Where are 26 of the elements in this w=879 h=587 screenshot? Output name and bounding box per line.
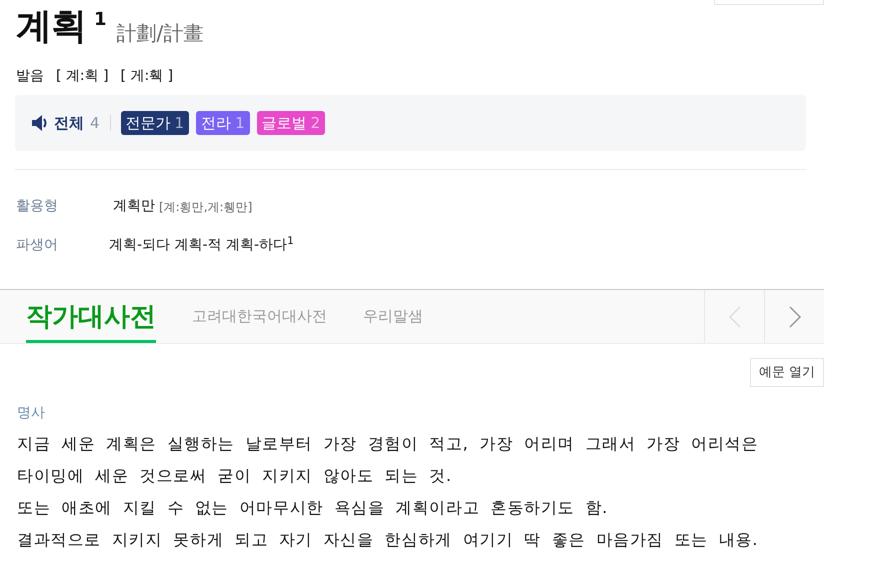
form-label: 파생어 bbox=[16, 236, 59, 255]
pronunciation-label: 발음 bbox=[16, 67, 44, 86]
play-all-button[interactable]: 전체 4 bbox=[31, 112, 100, 134]
dictionary-tab[interactable]: 작가대사전 bbox=[26, 290, 156, 343]
accent-badge[interactable]: 전라 1 bbox=[196, 111, 250, 135]
form-pronunciation: [계:횡만,게:휑만] bbox=[159, 198, 252, 216]
accent-badge[interactable]: 전문가 1 bbox=[120, 111, 190, 135]
dictionary-tab[interactable]: 우리말샘 bbox=[363, 290, 423, 343]
pronunciation: [ 게:훽 ] bbox=[120, 67, 174, 86]
hanja: 計劃/計畫 bbox=[116, 20, 204, 47]
definition-line: 타이밍에 세운 것으로써 굳이 지키지 않아도 되는 것. bbox=[17, 465, 453, 487]
definition-line: 또는 애초에 지킬 수 없는 어마무시한 욕심을 계획이라고 혼동하기도 함. bbox=[17, 497, 610, 519]
form-label: 활용형 bbox=[16, 197, 59, 216]
form-value: 계획-되다 계획-적 계획-하다$^{1}$ bbox=[109, 235, 294, 255]
definition-line: 결과적으로 지키지 못하게 되고 자기 자신을 한심하게 여기기 딱 좋은 마음가짐 또는 내용. bbox=[17, 529, 760, 551]
homonym-number: 1 bbox=[94, 8, 107, 32]
part-of-speech: 명사 bbox=[17, 404, 46, 423]
accent-badge[interactable]: 글로벌 2 bbox=[256, 111, 326, 135]
pronunciation: [ 계:획 ] bbox=[56, 67, 109, 86]
definition-line: 지금 세운 계획은 실행하는 날로부터 가장 경험이 적고, 가장 어리며 그래서 가장 어리석은 bbox=[17, 433, 760, 455]
headword: 계획 bbox=[16, 5, 86, 49]
chevron-right-icon bbox=[788, 304, 802, 328]
open-examples-button[interactable]: 예문 열기 bbox=[750, 358, 824, 387]
form-value: 계획만 bbox=[113, 197, 155, 216]
chevron-left-icon bbox=[728, 304, 742, 328]
dictionary-tab[interactable]: 고려대한국어대사전 bbox=[192, 290, 327, 343]
